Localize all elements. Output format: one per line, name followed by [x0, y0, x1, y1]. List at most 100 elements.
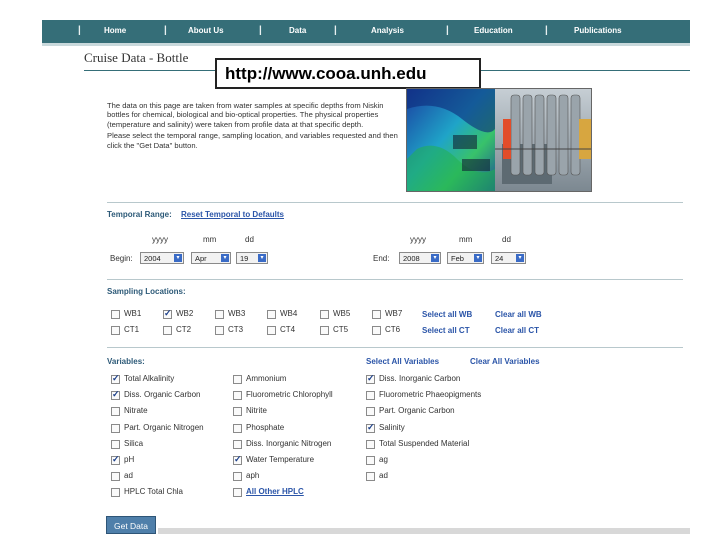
checkbox-ct1[interactable] [111, 326, 120, 335]
begin-mm-header: mm [203, 235, 217, 244]
checkbox-wb3[interactable] [215, 310, 224, 319]
checkbox-ad[interactable] [366, 472, 375, 481]
nav-analysis[interactable]: Analysis [371, 26, 404, 35]
dropdown-arrow-icon: ▾ [431, 254, 439, 262]
checkbox-phosphate[interactable] [233, 424, 242, 433]
get-data-button[interactable]: Get Data [106, 516, 156, 534]
checkbox-wb4[interactable] [267, 310, 276, 319]
begin-dd-header: dd [245, 235, 254, 244]
checkbox-label-salinity: Salinity [379, 423, 405, 432]
begin-day-value: 19 [240, 254, 249, 263]
checkbox-ct2[interactable] [163, 326, 172, 335]
checkbox-label-water-temperature: Water Temperature [246, 455, 315, 464]
begin-label: Begin: [110, 254, 133, 263]
checkbox-nitrite[interactable] [233, 407, 242, 416]
checkbox-label-fluorometric-chlorophyll: Fluorometric Chlorophyll [246, 390, 333, 399]
checkbox-label-diss-inorganic-nitrogen: Diss. Inorganic Nitrogen [246, 439, 332, 448]
checkbox-hplc-total-chla[interactable] [111, 488, 120, 497]
checkbox-label-part-organic-nitrogen: Part. Organic Nitrogen [124, 423, 204, 432]
checkbox-aph[interactable] [233, 472, 242, 481]
checkbox-label-all-other-hplc[interactable]: All Other HPLC [246, 487, 304, 496]
checkbox-nitrate[interactable] [111, 407, 120, 416]
end-month-value: Feb [451, 254, 464, 263]
end-yyyy-header: yyyy [410, 235, 426, 244]
checkbox-diss-inorganic-carbon[interactable] [366, 373, 375, 384]
end-day-select[interactable]: 24 ▾ [491, 252, 526, 264]
url-overlay-label: http://www.cooa.unh.edu [215, 58, 481, 89]
cruise-photo [406, 88, 592, 192]
dropdown-arrow-icon: ▾ [221, 254, 229, 262]
clear-all-wb-link[interactable]: Clear all WB [495, 310, 542, 319]
begin-year-select[interactable]: 2004 ▾ [140, 252, 184, 264]
section-divider [107, 279, 683, 280]
section-divider [107, 202, 683, 203]
checkbox-label-silica: Silica [124, 439, 144, 448]
end-dd-header: dd [502, 235, 511, 244]
checkbox-label-total-alkalinity: Total Alkalinity [124, 374, 175, 383]
checkbox-fluorometric-phaeopigments[interactable] [366, 391, 375, 400]
begin-month-select[interactable]: Apr ▾ [191, 252, 231, 264]
checkbox-all-other-hplc[interactable] [233, 488, 242, 497]
dropdown-arrow-icon: ▾ [474, 254, 482, 262]
checkbox-part-organic-carbon[interactable] [366, 407, 375, 416]
checkbox-label-wb2: WB2 [176, 309, 194, 318]
checkbox-total-alkalinity[interactable] [111, 373, 120, 384]
checkbox-label-wb1: WB1 [124, 309, 142, 318]
checkbox-wb7[interactable] [372, 310, 381, 319]
page-title: Cruise Data - Bottle [84, 50, 189, 65]
checkbox-diss-organic-carbon[interactable] [111, 389, 120, 400]
begin-day-select[interactable]: 19 ▾ [236, 252, 268, 264]
checkbox-label-aph: aph [246, 471, 260, 480]
checkbox-label-nitrate: Nitrate [124, 406, 148, 415]
checkbox-diss-inorganic-nitrogen[interactable] [233, 440, 242, 449]
checkbox-part-organic-nitrogen[interactable] [111, 424, 120, 433]
checkbox-silica[interactable] [111, 440, 120, 449]
cruise-photo-illustration [407, 89, 591, 191]
nav-separator: | [446, 25, 449, 36]
clear-all-ct-link[interactable]: Clear all CT [495, 326, 539, 335]
begin-month-value: Apr [195, 254, 207, 263]
variables-label: Variables: [107, 357, 145, 366]
checkbox-wb5[interactable] [320, 310, 329, 319]
checkbox-fluorometric-chlorophyll[interactable] [233, 391, 242, 400]
checkbox-ct3[interactable] [215, 326, 224, 335]
checkbox-ct5[interactable] [320, 326, 329, 335]
checkbox-label-diss-organic-carbon: Diss. Organic Carbon [124, 390, 201, 399]
end-day-value: 24 [495, 254, 504, 263]
nav-data[interactable]: Data [289, 26, 306, 35]
checkbox-label-wb3: WB3 [228, 309, 246, 318]
nav-education[interactable]: Education [474, 26, 513, 35]
checkbox-label-ad: ad [379, 471, 388, 480]
checkbox-total-suspended-material[interactable] [366, 440, 375, 449]
nav-publications[interactable]: Publications [574, 26, 622, 35]
checkbox-wb2[interactable] [163, 308, 172, 319]
checkbox-wb1[interactable] [111, 310, 120, 319]
checkbox-ct4[interactable] [267, 326, 276, 335]
select-all-wb-link[interactable]: Select all WB [422, 310, 472, 319]
nav-separator: | [259, 25, 262, 36]
sampling-locations-label: Sampling Locations: [107, 287, 186, 296]
checkbox-label-ct5: CT5 [333, 325, 349, 334]
checkbox-ph[interactable] [111, 454, 120, 465]
checkbox-label-wb7: WB7 [385, 309, 403, 318]
end-mm-header: mm [459, 235, 473, 244]
dropdown-arrow-icon: ▾ [516, 254, 524, 262]
checkbox-ag[interactable] [366, 456, 375, 465]
nav-separator: | [545, 25, 548, 36]
checkbox-ammonium[interactable] [233, 375, 242, 384]
checkbox-water-temperature[interactable] [233, 454, 242, 465]
checkbox-salinity[interactable] [366, 422, 375, 433]
select-all-ct-link[interactable]: Select all CT [422, 326, 470, 335]
reset-temporal-link[interactable]: Reset Temporal to Defaults [181, 210, 284, 219]
end-year-select[interactable]: 2008 ▾ [399, 252, 441, 264]
checkbox-ad[interactable] [111, 472, 120, 481]
checkbox-ct6[interactable] [372, 326, 381, 335]
select-all-variables-link[interactable]: Select All Variables [366, 357, 439, 366]
clear-all-variables-link[interactable]: Clear All Variables [470, 357, 540, 366]
nav-home[interactable]: Home [104, 26, 126, 35]
intro-text: The data on this page are taken from wat… [107, 101, 403, 152]
end-month-select[interactable]: Feb ▾ [447, 252, 484, 264]
begin-yyyy-header: yyyy [152, 235, 168, 244]
nav-about-us[interactable]: About Us [188, 26, 224, 35]
top-nav-bar: | Home | About Us | Data | Analysis | Ed… [42, 20, 690, 43]
